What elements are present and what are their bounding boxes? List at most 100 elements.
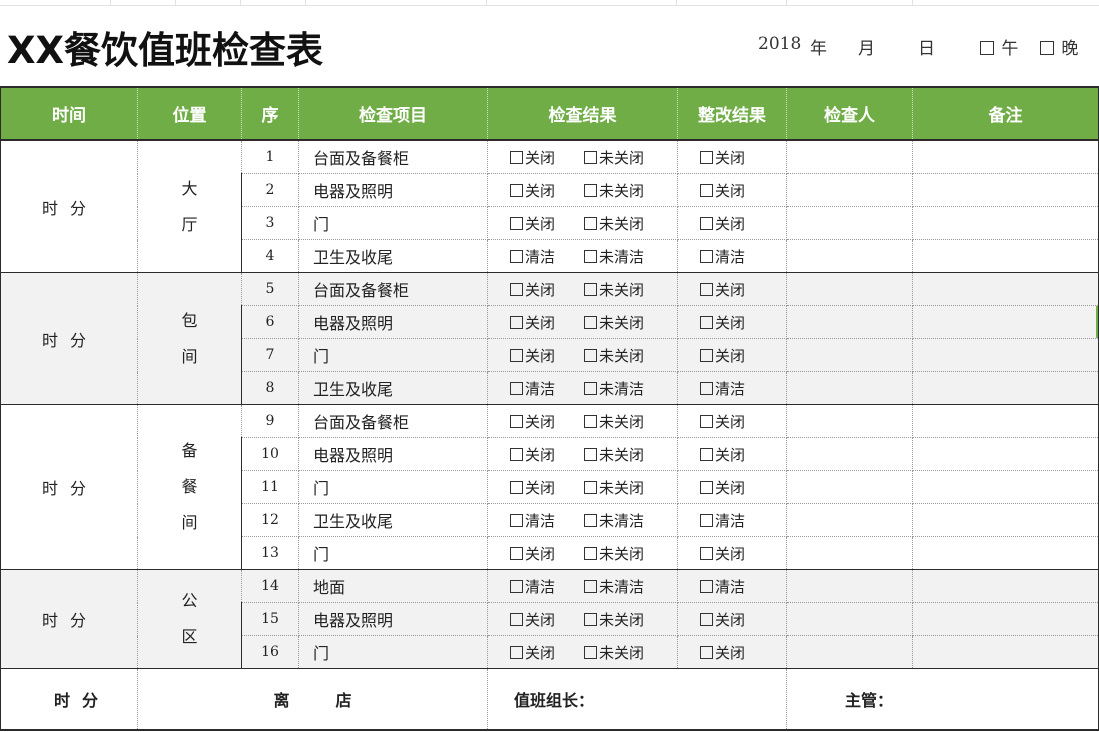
notes-cell[interactable] — [912, 272, 1099, 306]
result-checkbox-2[interactable] — [584, 183, 598, 197]
result-checkbox-1[interactable] — [510, 414, 523, 428]
fix-checkbox[interactable] — [700, 447, 713, 461]
fix-cell[interactable]: 关闭 — [677, 404, 787, 438]
fix-cell[interactable]: 关闭 — [677, 140, 787, 174]
fix-cell[interactable]: 清洁 — [677, 569, 787, 603]
result-option-1[interactable]: 清洁 — [510, 578, 555, 596]
notes-cell[interactable] — [912, 437, 1099, 471]
fix-checkbox[interactable] — [700, 480, 713, 494]
result-checkbox-1[interactable] — [510, 579, 523, 593]
inspector-cell[interactable] — [786, 206, 913, 240]
time-cell[interactable]: 时分 — [0, 272, 138, 405]
result-option-1[interactable]: 关闭 — [510, 446, 555, 464]
fix-checkbox[interactable] — [700, 546, 713, 560]
result-checkbox-2[interactable] — [584, 381, 598, 395]
inspector-cell[interactable] — [786, 437, 913, 471]
result-option-2[interactable]: 未清洁 — [584, 248, 644, 266]
result-checkbox-2[interactable] — [584, 513, 598, 527]
result-option-1[interactable]: 清洁 — [510, 380, 555, 398]
fix-checkbox[interactable] — [700, 216, 713, 230]
result-checkbox-1[interactable] — [510, 612, 523, 626]
result-option-2[interactable]: 未关闭 — [584, 182, 644, 200]
inspector-cell[interactable] — [786, 272, 913, 306]
fix-cell[interactable]: 清洁 — [677, 371, 787, 405]
notes-cell[interactable] — [912, 338, 1099, 372]
fix-cell[interactable]: 关闭 — [677, 338, 787, 372]
result-option-2[interactable]: 未关闭 — [584, 611, 644, 629]
result-option-1[interactable]: 清洁 — [510, 248, 555, 266]
inspector-cell[interactable] — [786, 569, 913, 603]
evening-option[interactable]: 晚 — [1040, 34, 1078, 59]
result-option-1[interactable]: 关闭 — [510, 281, 555, 299]
fix-checkbox[interactable] — [700, 150, 713, 164]
inspector-cell[interactable] — [786, 503, 913, 537]
inspector-cell[interactable] — [786, 305, 913, 339]
fix-cell[interactable]: 关闭 — [677, 635, 787, 669]
result-option-2[interactable]: 未关闭 — [584, 413, 644, 431]
result-option-2[interactable]: 未关闭 — [584, 215, 644, 233]
noon-checkbox[interactable] — [980, 41, 994, 55]
fix-cell[interactable]: 关闭 — [677, 602, 787, 636]
result-option-1[interactable]: 关闭 — [510, 479, 555, 497]
result-option-1[interactable]: 关闭 — [510, 215, 555, 233]
result-checkbox-1[interactable] — [510, 348, 523, 362]
result-checkbox-2[interactable] — [584, 216, 598, 230]
result-option-1[interactable]: 关闭 — [510, 413, 555, 431]
fix-cell[interactable]: 清洁 — [677, 239, 787, 273]
inspector-cell[interactable] — [786, 470, 913, 504]
fix-checkbox[interactable] — [700, 579, 713, 593]
result-checkbox-1[interactable] — [510, 546, 523, 560]
result-option-2[interactable]: 未关闭 — [584, 281, 644, 299]
result-checkbox-2[interactable] — [584, 645, 598, 659]
result-checkbox-1[interactable] — [510, 480, 523, 494]
result-checkbox-1[interactable] — [510, 249, 523, 263]
notes-cell[interactable] — [912, 602, 1099, 636]
result-option-1[interactable]: 关闭 — [510, 182, 555, 200]
inspector-cell[interactable] — [786, 140, 913, 174]
result-option-2[interactable]: 未关闭 — [584, 545, 644, 563]
result-option-2[interactable]: 未清洁 — [584, 380, 644, 398]
fix-cell[interactable]: 关闭 — [677, 470, 787, 504]
result-option-2[interactable]: 未关闭 — [584, 347, 644, 365]
result-checkbox-2[interactable] — [584, 315, 598, 329]
notes-cell[interactable] — [912, 404, 1099, 438]
result-checkbox-2[interactable] — [584, 282, 598, 296]
result-option-2[interactable]: 未清洁 — [584, 512, 644, 530]
result-option-1[interactable]: 关闭 — [510, 545, 555, 563]
result-checkbox-1[interactable] — [510, 282, 523, 296]
footer-time[interactable]: 时分 — [0, 668, 138, 731]
notes-cell[interactable] — [912, 173, 1099, 207]
result-option-2[interactable]: 未清洁 — [584, 578, 644, 596]
fix-cell[interactable]: 关闭 — [677, 272, 787, 306]
fix-checkbox[interactable] — [700, 645, 713, 659]
result-checkbox-1[interactable] — [510, 381, 523, 395]
noon-option[interactable]: 午 — [980, 34, 1018, 59]
result-checkbox-1[interactable] — [510, 645, 523, 659]
result-checkbox-2[interactable] — [584, 414, 598, 428]
notes-cell[interactable] — [912, 536, 1099, 570]
notes-cell[interactable] — [912, 239, 1099, 273]
result-option-1[interactable]: 清洁 — [510, 512, 555, 530]
fix-checkbox[interactable] — [700, 513, 713, 527]
fix-checkbox[interactable] — [700, 612, 713, 626]
inspector-cell[interactable] — [786, 404, 913, 438]
result-checkbox-1[interactable] — [510, 513, 523, 527]
notes-cell[interactable] — [912, 503, 1099, 537]
notes-cell[interactable] — [912, 470, 1099, 504]
fix-checkbox[interactable] — [700, 381, 713, 395]
notes-cell[interactable] — [912, 206, 1099, 240]
result-option-1[interactable]: 关闭 — [510, 314, 555, 332]
result-checkbox-1[interactable] — [510, 183, 523, 197]
inspector-cell[interactable] — [786, 338, 913, 372]
inspector-cell[interactable] — [786, 536, 913, 570]
fix-checkbox[interactable] — [700, 348, 713, 362]
result-checkbox-2[interactable] — [584, 546, 598, 560]
notes-cell[interactable] — [912, 635, 1099, 669]
fix-cell[interactable]: 关闭 — [677, 173, 787, 207]
inspector-cell[interactable] — [786, 635, 913, 669]
result-checkbox-2[interactable] — [584, 249, 598, 263]
fix-cell[interactable]: 关闭 — [677, 305, 787, 339]
result-option-1[interactable]: 关闭 — [510, 149, 555, 167]
notes-cell[interactable] — [912, 305, 1099, 339]
result-option-2[interactable]: 未关闭 — [584, 446, 644, 464]
